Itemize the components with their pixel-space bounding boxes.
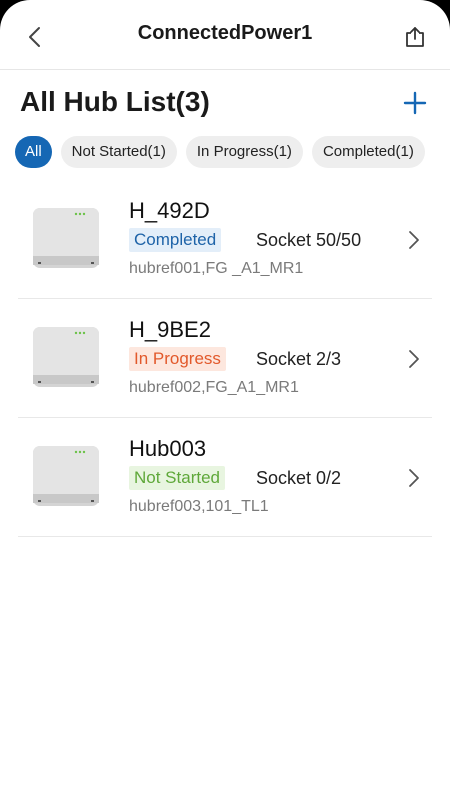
header-title: ConnectedPower1 (137, 22, 313, 44)
status-badge: In Progress (129, 347, 226, 371)
filter-chips: All Not Started(1) In Progress(1) Comple… (15, 136, 450, 170)
filter-chip-all[interactable]: All (15, 136, 52, 168)
share-button[interactable] (398, 20, 432, 54)
hub-list-item[interactable]: H_492D Completed Socket 50/50 hubref001,… (18, 180, 432, 299)
hub-reference: hubref002,FG_A1_MR1 (129, 379, 299, 396)
hub-reference: hubref001,FG _A1_MR1 (129, 260, 304, 277)
hub-name: Hub003 (129, 436, 207, 461)
hub-reference: hubref003,101_TL1 (129, 498, 269, 515)
filter-chip-not-started[interactable]: Not Started(1) (60, 136, 177, 168)
status-badge: Completed (129, 228, 222, 252)
chevron-right-icon (409, 469, 419, 487)
page-title: All Hub List(3) (20, 86, 210, 117)
chevron-right-icon (409, 350, 419, 368)
screen: ConnectedPower1 All Hub List(3) All Not … (0, 0, 450, 800)
hub-list-item[interactable]: Hub003 Not Started Socket 0/2 hubref003,… (18, 418, 432, 537)
status-badge: Not Started (129, 466, 225, 490)
filter-chip-in-progress[interactable]: In Progress(1) (185, 136, 303, 168)
socket-count: Socket 0/2 (256, 468, 342, 488)
hub-device-icon (33, 208, 99, 268)
filter-chip-completed[interactable]: Completed(1) (311, 136, 425, 168)
hub-name: H_492D (129, 198, 210, 223)
hub-device-icon (33, 327, 99, 387)
hub-list-item[interactable]: H_9BE2 In Progress Socket 2/3 hubref002,… (18, 299, 432, 418)
share-icon (406, 27, 424, 47)
socket-count: Socket 50/50 (256, 230, 362, 250)
socket-count: Socket 2/3 (256, 349, 342, 369)
hub-name: H_9BE2 (129, 317, 211, 342)
add-hub-button[interactable] (400, 88, 430, 118)
hub-list: H_492D Completed Socket 50/50 hubref001,… (0, 180, 450, 537)
chevron-right-icon (409, 231, 419, 249)
hub-device-icon (33, 446, 99, 506)
plus-icon (403, 91, 427, 115)
header: ConnectedPower1 (0, 0, 450, 70)
